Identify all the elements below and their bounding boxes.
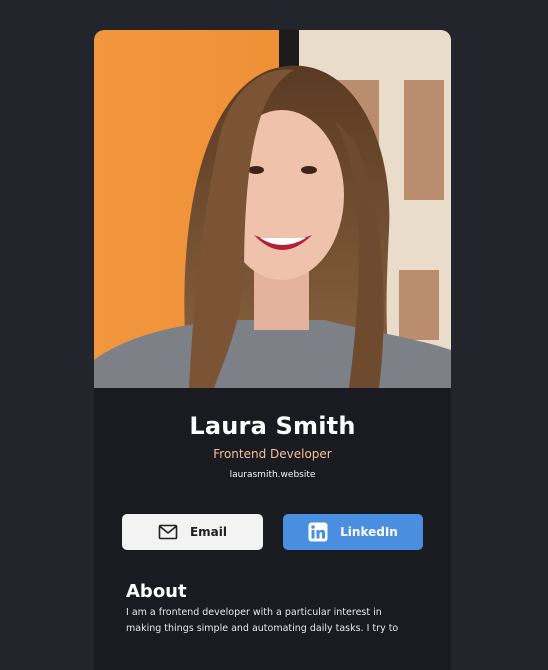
about-text: I am a frontend developer with a particu… xyxy=(126,607,399,634)
linkedin-button[interactable]: LinkedIn xyxy=(283,514,423,550)
mail-icon xyxy=(158,522,178,542)
about-heading: About xyxy=(126,581,187,602)
linkedin-icon xyxy=(308,522,328,542)
email-button-label: Email xyxy=(189,525,228,539)
profile-photo xyxy=(94,30,451,388)
profile-name: Laura Smith xyxy=(189,412,356,440)
profile-title: Frontend Developer xyxy=(213,447,332,461)
email-button[interactable]: Email xyxy=(122,514,263,550)
profile-card: Laura Smith Frontend Developer laurasmit… xyxy=(94,30,451,670)
profile-website-link[interactable]: laurasmith.website xyxy=(94,470,451,480)
linkedin-button-label: LinkedIn xyxy=(340,525,398,539)
